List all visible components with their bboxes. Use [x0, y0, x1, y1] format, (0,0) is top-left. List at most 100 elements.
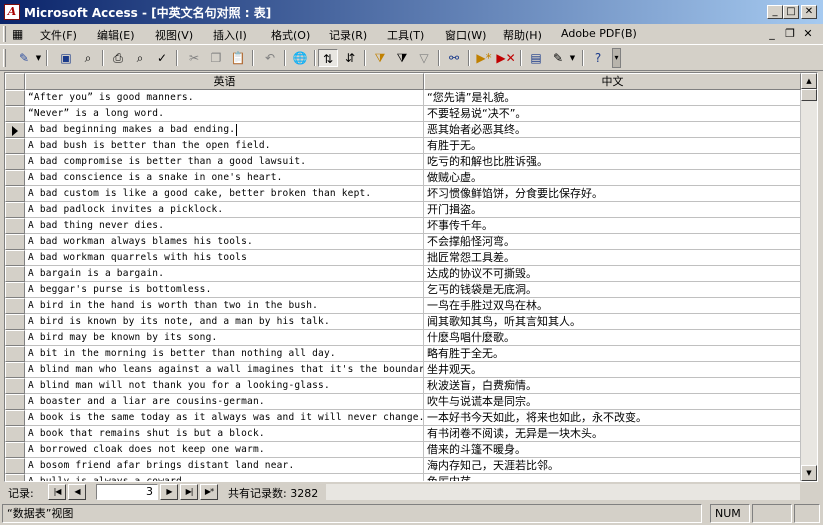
cell-english[interactable]: A book is the same today as it always wa…	[25, 410, 424, 426]
scroll-down-button[interactable]: ▼	[801, 465, 817, 481]
database-window-icon[interactable]: ▤	[526, 49, 546, 67]
cell-english[interactable]: A book that remains shut is but a block.	[25, 426, 424, 442]
menu-records[interactable]: 记录(R)	[329, 27, 367, 43]
cell-english[interactable]: A boaster and a liar are cousins-german.	[25, 394, 424, 410]
filter-by-form-icon[interactable]: ⧩	[392, 49, 412, 67]
table-row[interactable]: A bad padlock invites a picklock. 开门揖盗。	[5, 202, 801, 218]
table-row[interactable]: A bargain is a bargain. 达成的协议不可撕毁。	[5, 266, 801, 282]
cell-english[interactable]: A bad padlock invites a picklock.	[25, 202, 424, 218]
filter-by-selection-icon[interactable]: ⧩	[370, 49, 390, 67]
record-selector[interactable]	[5, 330, 25, 346]
new-object-dropdown-icon[interactable]: ▼	[568, 49, 577, 67]
cell-english[interactable]: A blind man who leans against a wall ima…	[25, 362, 424, 378]
copy-icon[interactable]: ❐	[206, 49, 226, 67]
mdi-minimize-button[interactable]: _	[765, 27, 779, 40]
sort-ascending-icon[interactable]: ⇅	[318, 49, 338, 67]
insert-hyperlink-icon[interactable]: 🌐	[290, 49, 310, 67]
table-doc-icon[interactable]: ▦	[12, 27, 23, 41]
cell-chinese[interactable]: 借来的斗篷不暖身。	[424, 442, 801, 458]
record-selector[interactable]	[5, 202, 25, 218]
menu-edit[interactable]: 编辑(E)	[97, 27, 135, 43]
design-view-icon[interactable]: ✎	[14, 49, 34, 67]
cell-english[interactable]: A bad compromise is better than a good l…	[25, 154, 424, 170]
cell-english[interactable]: A bad thing never dies.	[25, 218, 424, 234]
find-icon[interactable]: ⚯	[444, 49, 464, 67]
table-row[interactable]: A bad beginning makes a bad ending. 恶其始者必…	[5, 122, 801, 138]
record-selector[interactable]	[5, 106, 25, 122]
cut-icon[interactable]: ✂	[184, 49, 204, 67]
table-row[interactable]: A beggar's purse is bottomless. 乞丐的钱袋是无底洞…	[5, 282, 801, 298]
mdi-restore-button[interactable]: ❐	[783, 27, 797, 40]
maximize-button[interactable]: □	[783, 5, 799, 19]
cell-chinese[interactable]: 乞丐的钱袋是无底洞。	[424, 282, 801, 298]
menu-view[interactable]: 视图(V)	[155, 27, 193, 43]
cell-chinese[interactable]: 色厉内荏。	[424, 474, 801, 481]
paste-icon[interactable]: 📋	[228, 49, 248, 67]
help-icon[interactable]: ?	[588, 49, 608, 67]
access-icon[interactable]: A	[4, 4, 20, 20]
cell-english[interactable]: A bad beginning makes a bad ending.	[25, 122, 424, 138]
table-row[interactable]: “After you” is good manners. “您先请”是礼貌。	[5, 90, 801, 106]
current-record-input[interactable]: 3	[96, 484, 158, 500]
record-selector[interactable]	[5, 346, 25, 362]
menu-grip[interactable]	[3, 26, 6, 42]
record-selector[interactable]	[5, 250, 25, 266]
menu-window[interactable]: 窗口(W)	[445, 27, 486, 43]
cell-english[interactable]: A borrowed cloak does not keep one warm.	[25, 442, 424, 458]
table-row[interactable]: A bad workman quarrels with his tools 拙匠常…	[5, 250, 801, 266]
cell-english[interactable]: A bargain is a bargain.	[25, 266, 424, 282]
cell-chinese[interactable]: 什麽鸟唱什麽歌。	[424, 330, 801, 346]
table-row[interactable]: A blind man who leans against a wall ima…	[5, 362, 801, 378]
record-selector[interactable]	[5, 458, 25, 474]
record-selector[interactable]	[5, 186, 25, 202]
toolbar-grip[interactable]	[3, 49, 6, 67]
close-button[interactable]: ✕	[801, 5, 817, 19]
cell-chinese[interactable]: 坏习惯像鲜馅饼，分食要比保存好。	[424, 186, 801, 202]
record-selector[interactable]	[5, 378, 25, 394]
cell-english[interactable]: A bad workman quarrels with his tools	[25, 250, 424, 266]
cell-chinese[interactable]: 拙匠常怨工具差。	[424, 250, 801, 266]
vertical-scrollbar[interactable]: ▲ ▼	[801, 73, 817, 481]
menu-format[interactable]: 格式(O)	[271, 27, 310, 43]
cell-english[interactable]: A bit in the morning is better than noth…	[25, 346, 424, 362]
cell-english[interactable]: A beggar's purse is bottomless.	[25, 282, 424, 298]
table-row[interactable]: A bad custom is like a good cake, better…	[5, 186, 801, 202]
record-selector[interactable]	[5, 282, 25, 298]
cell-english[interactable]: “Never” is a long word.	[25, 106, 424, 122]
menu-insert[interactable]: 插入(I)	[213, 27, 247, 43]
record-selector[interactable]	[5, 314, 25, 330]
table-row[interactable]: A bird may be known by its song. 什麽鸟唱什麽歌。	[5, 330, 801, 346]
cell-english[interactable]: A bird is known by its note, and a man b…	[25, 314, 424, 330]
cell-chinese[interactable]: 秋波送盲，白费痴情。	[424, 378, 801, 394]
record-selector[interactable]	[5, 90, 25, 106]
record-selector[interactable]	[5, 138, 25, 154]
new-record-icon[interactable]: ▶*	[474, 49, 494, 67]
table-row[interactable]: A bad thing never dies. 坏事传千年。	[5, 218, 801, 234]
cell-english[interactable]: A bird may be known by its song.	[25, 330, 424, 346]
cell-chinese[interactable]: 海内存知己，天涯若比邻。	[424, 458, 801, 474]
delete-record-icon[interactable]: ▶✕	[496, 49, 516, 67]
save-icon[interactable]: ▣	[56, 49, 76, 67]
table-row[interactable]: A bird in the hand is worth than two in …	[5, 298, 801, 314]
view-dropdown-icon[interactable]: ▼	[34, 49, 43, 67]
table-row[interactable]: A borrowed cloak does not keep one warm.…	[5, 442, 801, 458]
previous-record-button[interactable]: ◀	[68, 484, 86, 500]
new-object-icon[interactable]: ✎	[548, 49, 568, 67]
cell-chinese[interactable]: 略有胜于全无。	[424, 346, 801, 362]
column-header-chinese[interactable]: 中文	[424, 73, 801, 90]
apply-filter-icon[interactable]: ▽	[414, 49, 434, 67]
cell-english[interactable]: A bird in the hand is worth than two in …	[25, 298, 424, 314]
record-selector[interactable]	[5, 474, 25, 481]
table-row[interactable]: A bad bush is better than the open field…	[5, 138, 801, 154]
cell-english[interactable]: A bad bush is better than the open field…	[25, 138, 424, 154]
cell-chinese[interactable]: 闻其歌知其鸟，听其言知其人。	[424, 314, 801, 330]
cell-english[interactable]: A bad custom is like a good cake, better…	[25, 186, 424, 202]
record-selector[interactable]	[5, 234, 25, 250]
record-selector[interactable]	[5, 218, 25, 234]
next-record-button[interactable]: ▶	[160, 484, 178, 500]
record-selector[interactable]	[5, 154, 25, 170]
record-selector[interactable]	[5, 266, 25, 282]
menu-adobe-pdf[interactable]: Adobe PDF(B)	[561, 27, 637, 40]
table-row[interactable]: A boaster and a liar are cousins-german.…	[5, 394, 801, 410]
table-row[interactable]: A blind man will not thank you for a loo…	[5, 378, 801, 394]
